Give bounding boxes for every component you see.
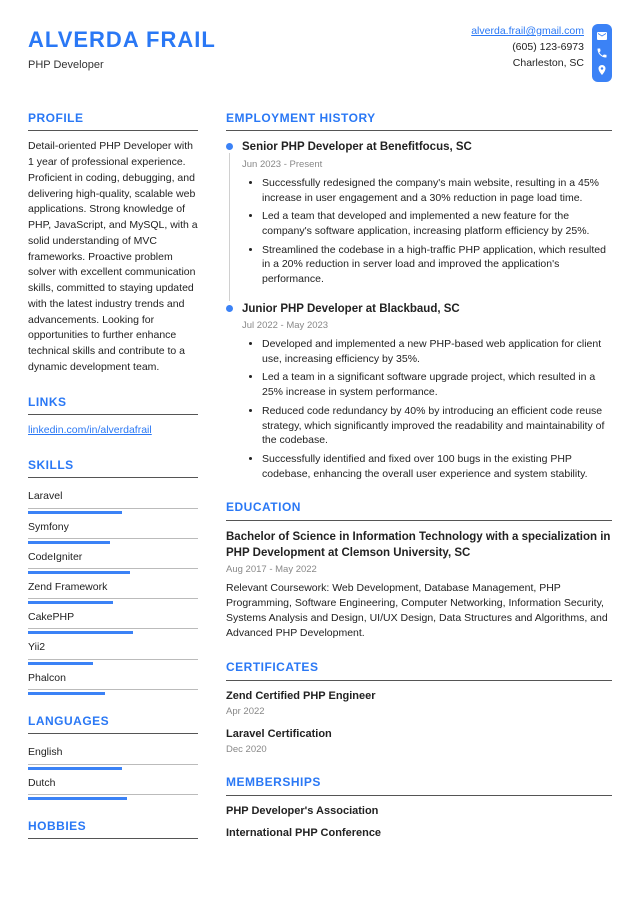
header-left: ALVERDA FRAIL PHP Developer (28, 24, 216, 74)
skills-heading: SKILLS (28, 457, 198, 478)
certificate-name: Laravel Certification (226, 727, 612, 743)
certificates-list: Zend Certified PHP EngineerApr 2022 Larav… (226, 689, 612, 756)
location: Charleston, SC (471, 56, 584, 72)
certificates-heading: CERTIFICATES (226, 659, 612, 680)
profile-text: Detail-oriented PHP Developer with 1 yea… (28, 139, 198, 375)
skill-item: Phalcon (28, 668, 198, 695)
certificate-date: Dec 2020 (226, 743, 612, 757)
certificate-name: Zend Certified PHP Engineer (226, 689, 612, 705)
job-date: Jul 2022 - May 2023 (242, 319, 612, 333)
membership-item: PHP Developer's Association (226, 804, 612, 820)
job-bullet: Successfully identified and fixed over 1… (262, 452, 612, 481)
job-item: Senior PHP Developer at Benefitfocus, SC… (226, 139, 612, 286)
memberships-heading: MEMBERSHIPS (226, 774, 612, 795)
person-name: ALVERDA FRAIL (28, 24, 216, 56)
skill-item: CakePHP (28, 607, 198, 634)
skill-name: Zend Framework (28, 577, 198, 599)
left-column: PROFILE Detail-oriented PHP Developer wi… (28, 110, 198, 848)
job-bullet: Led a team that developed and implemente… (262, 209, 612, 238)
skill-bar (28, 541, 110, 544)
job-title: Senior PHP Developer at Benefitfocus, SC (242, 139, 612, 156)
employment-heading: EMPLOYMENT HISTORY (226, 110, 612, 131)
job-date: Jun 2023 - Present (242, 158, 612, 172)
education-title: Bachelor of Science in Information Techn… (226, 529, 612, 561)
person-title: PHP Developer (28, 58, 216, 74)
language-item: English (28, 742, 198, 769)
memberships-list: PHP Developer's Association International… (226, 804, 612, 842)
education-text: Relevant Coursework: Web Development, Da… (226, 581, 612, 642)
skill-bar (28, 601, 113, 604)
language-bar (28, 767, 122, 770)
phone-icon (596, 47, 608, 59)
skill-item: Laravel (28, 486, 198, 513)
job-bullet: Reduced code redundancy by 40% by introd… (262, 404, 612, 448)
certificate-item: Laravel CertificationDec 2020 (226, 727, 612, 757)
header: ALVERDA FRAIL PHP Developer alverda.frai… (28, 24, 612, 82)
certificate-date: Apr 2022 (226, 705, 612, 719)
skill-bar (28, 692, 105, 695)
language-name: Dutch (28, 773, 198, 795)
linkedin-link[interactable]: linkedin.com/in/alverdafrail (28, 424, 152, 436)
skill-item: Symfony (28, 517, 198, 544)
mail-icon (596, 30, 608, 42)
email-link[interactable]: alverda.frail@gmail.com (471, 24, 584, 40)
languages-heading: LANGUAGES (28, 713, 198, 734)
job-bullet: Streamlined the codebase in a high-traff… (262, 243, 612, 287)
skill-name: CakePHP (28, 607, 198, 629)
skill-bar (28, 631, 133, 634)
skill-bar (28, 662, 93, 665)
profile-heading: PROFILE (28, 110, 198, 131)
contact-text: alverda.frail@gmail.com (605) 123-6973 C… (471, 24, 584, 71)
skill-item: CodeIgniter (28, 547, 198, 574)
location-icon (596, 64, 608, 76)
skill-bar (28, 571, 130, 574)
education-heading: EDUCATION (226, 499, 612, 520)
skill-item: Yii2 (28, 637, 198, 664)
job-title: Junior PHP Developer at Blackbaud, SC (242, 301, 612, 318)
header-right: alverda.frail@gmail.com (605) 123-6973 C… (471, 24, 612, 82)
contact-icons (592, 24, 612, 82)
columns: PROFILE Detail-oriented PHP Developer wi… (28, 110, 612, 848)
jobs-list: Senior PHP Developer at Benefitfocus, SC… (226, 139, 612, 481)
right-column: EMPLOYMENT HISTORY Senior PHP Developer … (226, 110, 612, 848)
job-bullet: Successfully redesigned the company's ma… (262, 176, 612, 205)
language-item: Dutch (28, 773, 198, 800)
education-date: Aug 2017 - May 2022 (226, 563, 612, 577)
language-name: English (28, 742, 198, 764)
job-bullet: Led a team in a significant software upg… (262, 370, 612, 399)
skill-bar (28, 511, 122, 514)
certificate-item: Zend Certified PHP EngineerApr 2022 (226, 689, 612, 719)
language-bar (28, 797, 127, 800)
job-bullets: Successfully redesigned the company's ma… (242, 176, 612, 287)
skill-name: Phalcon (28, 668, 198, 690)
job-item: Junior PHP Developer at Blackbaud, SCJul… (226, 301, 612, 482)
languages-list: English Dutch (28, 742, 198, 799)
phone: (605) 123-6973 (471, 40, 584, 56)
skill-name: Laravel (28, 486, 198, 508)
skill-name: CodeIgniter (28, 547, 198, 569)
skills-list: Laravel Symfony CodeIgniter Zend Framework C… (28, 486, 198, 695)
links-heading: LINKS (28, 394, 198, 415)
job-bullets: Developed and implemented a new PHP-base… (242, 337, 612, 481)
hobbies-heading: HOBBIES (28, 818, 198, 839)
skill-name: Yii2 (28, 637, 198, 659)
job-bullet: Developed and implemented a new PHP-base… (262, 337, 612, 366)
skill-item: Zend Framework (28, 577, 198, 604)
membership-item: International PHP Conference (226, 826, 612, 842)
skill-name: Symfony (28, 517, 198, 539)
